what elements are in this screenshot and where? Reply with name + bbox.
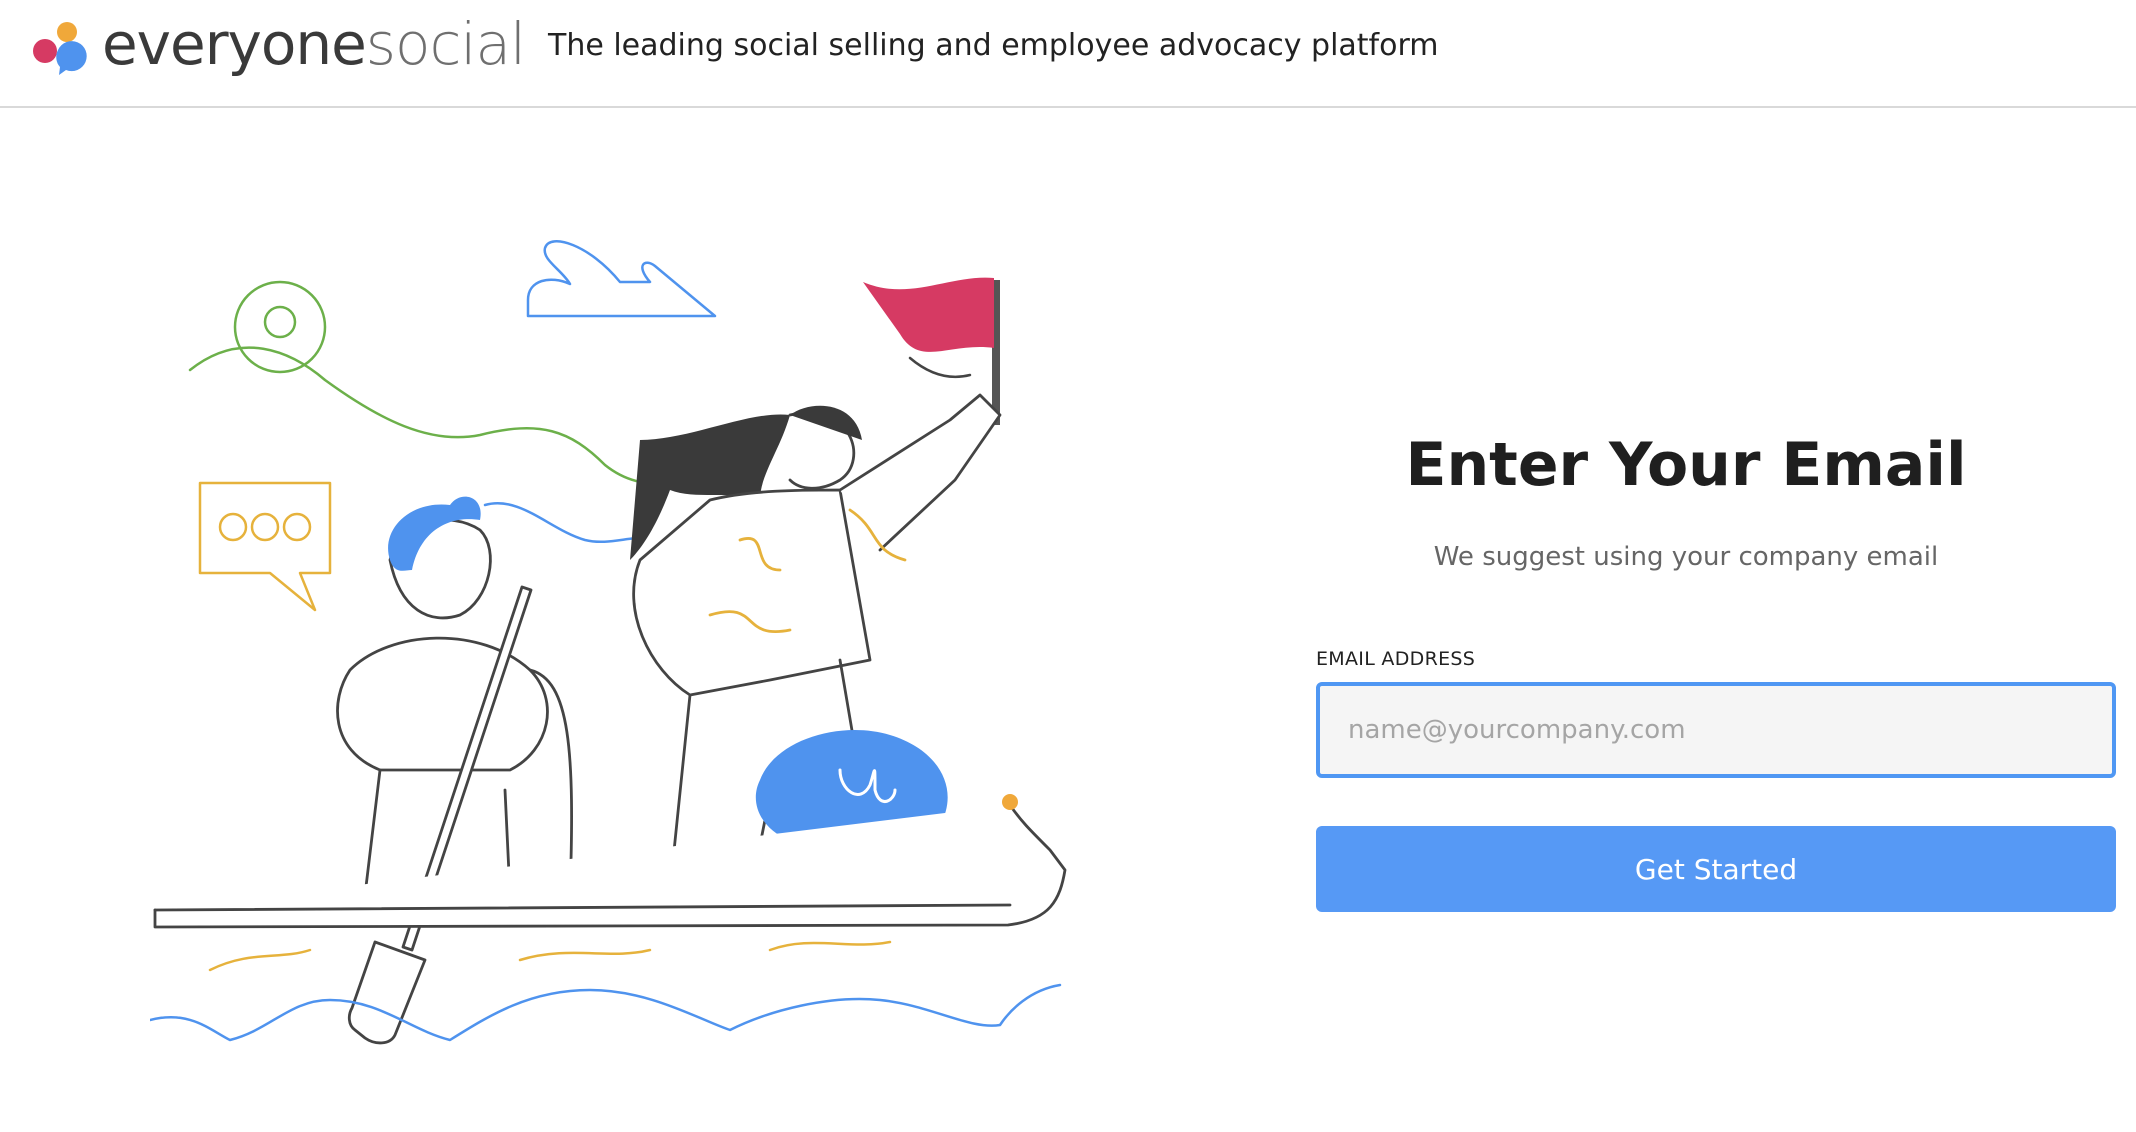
waves — [150, 983, 1062, 1042]
location-pin-icon — [188, 280, 672, 485]
top-header: everyonesocial The leading social sellin… — [0, 0, 2136, 108]
get-started-button[interactable]: Get Started — [1316, 826, 2116, 912]
everyonesocial-logo[interactable]: everyonesocial — [30, 15, 526, 80]
header-tagline: The leading social selling and employee … — [548, 28, 1439, 63]
logo-bubbles-icon — [33, 22, 87, 75]
logo-wordmark: everyonesocial — [102, 15, 526, 73]
form-title: Enter Your Email — [1405, 430, 1967, 500]
man-figure — [336, 496, 573, 897]
chat-dots-bubble-icon — [198, 481, 332, 612]
logo-word-everyone: everyone — [102, 10, 367, 78]
email-field-label: EMAIL ADDRESS — [1316, 648, 1476, 670]
hero-illustration — [150, 240, 1067, 1045]
logo-word-social: social — [365, 10, 526, 78]
email-field[interactable] — [1316, 682, 2116, 778]
cloud-icon — [526, 240, 717, 318]
form-subtitle: We suggest using your company email — [1433, 542, 1939, 572]
